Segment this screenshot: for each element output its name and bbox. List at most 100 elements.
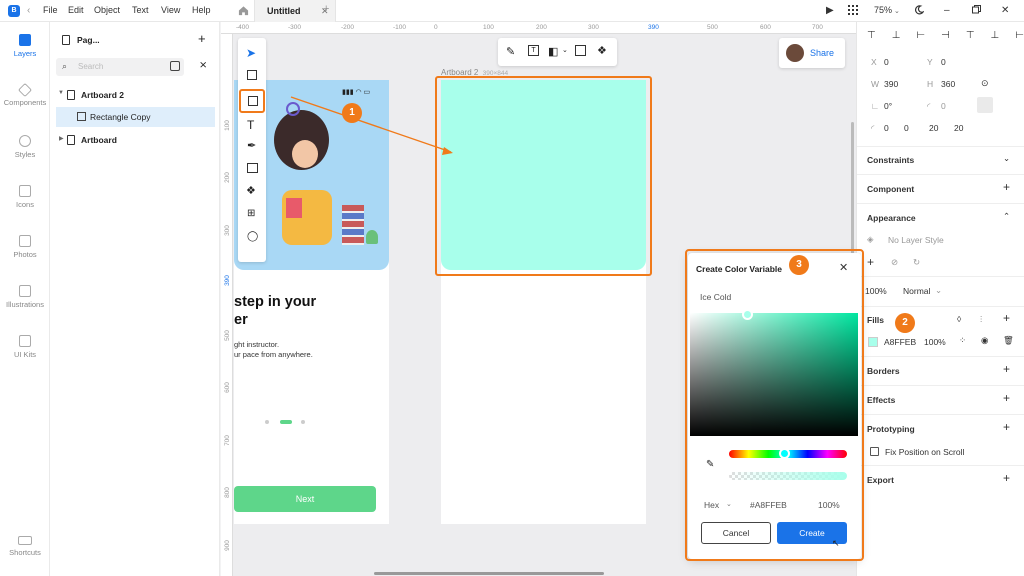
rail-photos[interactable]: Photos [0, 235, 50, 259]
corner-br[interactable]: 20 [929, 123, 938, 133]
close-window-icon[interactable]: ✕ [1001, 5, 1009, 16]
adjust-icon[interactable]: ⫶ [980, 314, 982, 325]
corner-toggle-icon[interactable] [977, 97, 993, 113]
restore-icon[interactable] [972, 5, 981, 14]
ui-kits-icon [19, 335, 31, 347]
chevron-down-icon[interactable]: ⌄ [1003, 153, 1010, 164]
eye-icon[interactable]: ◉ [981, 335, 988, 346]
fill-opacity[interactable]: 100% [924, 337, 946, 347]
add-fill-icon[interactable]: + [1003, 311, 1010, 325]
variables-icon[interactable]: ⁘ [959, 335, 966, 346]
play-icon[interactable]: ▶ [826, 5, 834, 16]
chevron-down-icon[interactable]: ⌄ [894, 7, 900, 15]
layer-search-input[interactable]: ⌕ Search [56, 58, 184, 76]
menu-help[interactable]: Help [192, 5, 211, 15]
height-field[interactable]: 360 [941, 79, 955, 89]
layer-artboard[interactable]: ▶ Artboard [50, 130, 220, 150]
rail-styles[interactable]: Styles [0, 135, 50, 159]
layer-style-icon: ◈ [867, 234, 874, 244]
layer-style-select[interactable]: No Layer Style [888, 235, 944, 245]
opacity-field[interactable]: 100% [865, 286, 887, 296]
borders-header[interactable]: Borders [867, 366, 900, 376]
component-header[interactable]: Component [867, 184, 914, 194]
corner-bl[interactable]: 20 [954, 123, 963, 133]
radius-icon: ◜ [927, 101, 931, 111]
page-selector[interactable]: Pag... + [50, 30, 220, 50]
trash-icon[interactable]: 🗑 [1003, 335, 1014, 346]
menu-text[interactable]: Text [132, 5, 149, 15]
add-border-icon[interactable]: + [1003, 362, 1010, 376]
drop-icon[interactable]: ◊ [957, 314, 961, 324]
rail-illustrations[interactable]: Illustrations [0, 285, 50, 309]
fills-header[interactable]: Fills [867, 315, 884, 325]
appearance-header[interactable]: Appearance [867, 213, 916, 223]
y-field[interactable]: 0 [941, 57, 946, 67]
fill-hex[interactable]: A8FFEB [884, 337, 916, 347]
fill-swatch[interactable] [868, 337, 878, 347]
layer-rectangle-copy[interactable]: Rectangle Copy [56, 107, 215, 127]
step-badge-2: 2 [895, 313, 915, 333]
add-prototype-icon[interactable]: + [1003, 420, 1010, 434]
add-page-icon[interactable]: + [198, 31, 206, 46]
rail-shortcuts[interactable]: Shortcuts [0, 536, 50, 557]
zoom-level[interactable]: 75% [874, 5, 892, 15]
chevron-down-icon[interactable]: ⌄ [935, 285, 942, 296]
chevron-up-icon[interactable]: ⌃ [1003, 211, 1010, 222]
grid-apps-icon[interactable] [848, 5, 858, 15]
menu-view[interactable]: View [161, 5, 180, 15]
chevron-left-icon[interactable]: ‹ [27, 5, 30, 16]
step-badge-3: 3 [789, 255, 809, 275]
illustrations-icon [19, 285, 31, 297]
add-tab-icon[interactable]: + [323, 3, 329, 15]
menu-file[interactable]: File [43, 5, 58, 15]
fix-position-checkbox[interactable] [870, 447, 879, 456]
add-component-icon[interactable]: + [1003, 180, 1010, 194]
search-icon: ⌕ [62, 61, 68, 71]
dialog-highlight [685, 249, 864, 561]
properties-panel: ⊤⊥⊢⊣⊤⊥⊢⊣ X 0 Y 0 W 390 H 360 ⊙ ∟ 0° ◜ 0 … [856, 22, 1024, 576]
rail-components[interactable]: Components [0, 82, 50, 107]
menu-edit[interactable]: Edit [68, 5, 84, 15]
rotation-field[interactable]: 0° [884, 101, 892, 111]
corner-tl[interactable]: 0 [884, 123, 889, 133]
reset-icon[interactable]: ↻ [913, 257, 920, 268]
photos-icon [19, 235, 31, 247]
rotation-icon: ∟ [871, 101, 880, 111]
app-logo-icon[interactable]: B [8, 5, 20, 17]
corner-tr[interactable]: 0 [904, 123, 909, 133]
moon-icon[interactable] [914, 5, 924, 15]
add-effect-icon[interactable]: + [1003, 391, 1010, 405]
radius-field[interactable]: 0 [941, 101, 946, 111]
lock-ratio-icon[interactable]: ⊙ [981, 78, 989, 89]
blend-mode-select[interactable]: Normal [903, 286, 930, 296]
icons-icon [19, 185, 31, 197]
x-field[interactable]: 0 [884, 57, 889, 67]
rail-layers[interactable]: Layers [0, 34, 50, 58]
prototyping-header[interactable]: Prototyping [867, 424, 915, 434]
rail-icons[interactable]: Icons [0, 185, 50, 209]
menu-object[interactable]: Object [94, 5, 120, 15]
add-style-icon[interactable]: + [867, 255, 874, 269]
step-badge-1: 1 [342, 103, 362, 123]
focus-icon[interactable] [170, 61, 180, 71]
constraints-header[interactable]: Constraints [867, 155, 914, 165]
export-header[interactable]: Export [867, 475, 894, 485]
align-icons[interactable]: ⊤⊥⊢⊣⊤⊥⊢⊣ [867, 30, 1024, 41]
top-bar: B ‹ File Edit Object Text View Help Unti… [0, 0, 1024, 22]
caret-down-icon[interactable]: ▼ [58, 90, 64, 96]
keyboard-icon [18, 536, 32, 545]
layers-icon [19, 34, 31, 46]
rail-ui-kits[interactable]: UI Kits [0, 335, 50, 359]
rectangle-icon [77, 112, 86, 121]
horizontal-scrollbar[interactable] [374, 572, 604, 575]
layer-artboard-2[interactable]: ▼ Artboard 2 [50, 85, 220, 105]
caret-right-icon[interactable]: ▶ [59, 135, 64, 142]
effects-header[interactable]: Effects [867, 395, 895, 405]
sync-icon[interactable]: ⊘ [891, 257, 898, 268]
components-icon [17, 82, 33, 98]
collapse-icon[interactable]: ⨯ [199, 60, 207, 71]
home-icon[interactable] [238, 5, 249, 16]
width-field[interactable]: 390 [884, 79, 898, 89]
add-export-icon[interactable]: + [1003, 471, 1010, 485]
minimize-icon[interactable]: – [944, 5, 950, 16]
